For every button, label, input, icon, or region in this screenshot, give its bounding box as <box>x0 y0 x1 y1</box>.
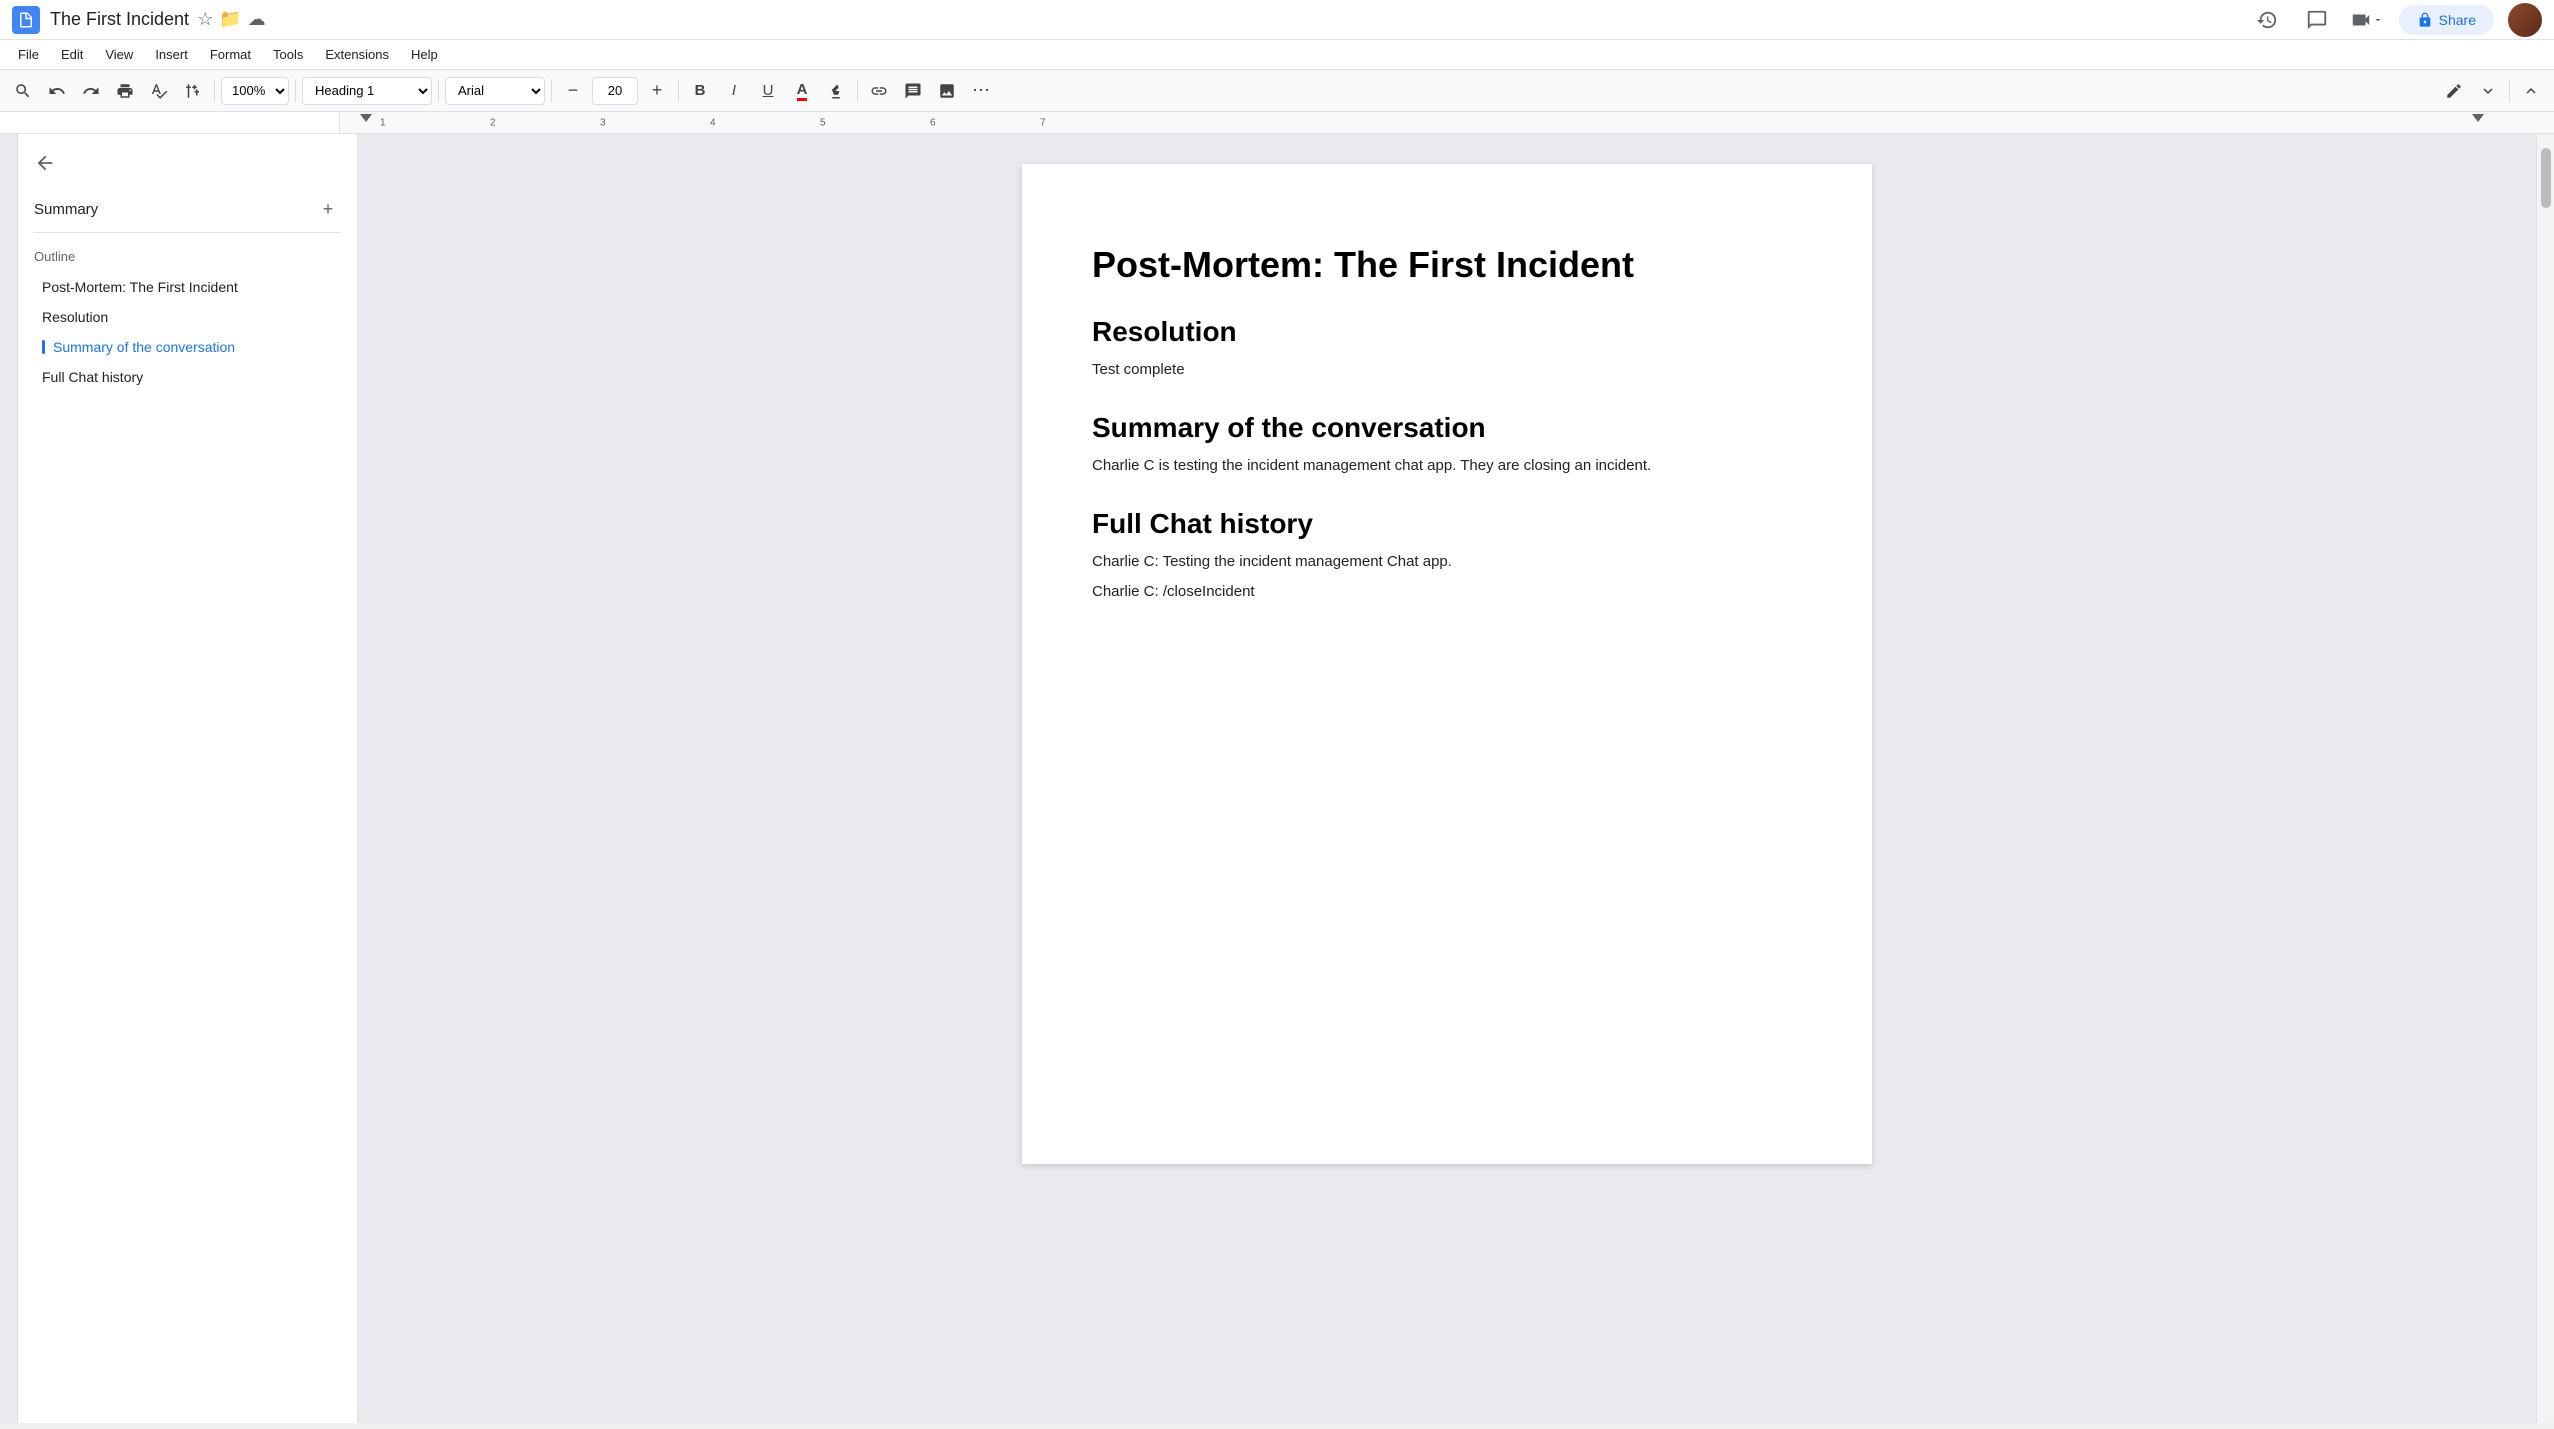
separator-6 <box>857 80 858 102</box>
separator-7 <box>2509 80 2510 102</box>
ruler-left <box>0 112 340 134</box>
right-panel <box>2536 134 2554 1423</box>
section-0-heading: Resolution <box>1092 316 1802 348</box>
star-icon[interactable]: ☆ <box>197 9 213 30</box>
outline-item-0[interactable]: Post-Mortem: The First Incident <box>26 273 349 301</box>
menu-tools[interactable]: Tools <box>263 43 313 66</box>
toolbar: 100% Heading 1 Arial − + B I U A ⋯ <box>0 70 2554 112</box>
menu-format[interactable]: Format <box>200 43 261 66</box>
outline-item-1[interactable]: Resolution <box>26 303 349 331</box>
folder-icon[interactable]: 📁 <box>219 9 241 30</box>
doc-title: The First Incident <box>50 9 189 30</box>
share-label: Share <box>2439 12 2476 28</box>
menu-edit[interactable]: Edit <box>51 43 93 66</box>
section-1-body-0: Charlie C is testing the incident manage… <box>1092 454 1802 478</box>
zoom-select[interactable]: 100% <box>221 77 289 105</box>
text-color-button[interactable]: A <box>787 76 817 106</box>
doc-icon <box>12 6 40 34</box>
insert-comment-button[interactable] <box>898 76 928 106</box>
sidebar-divider <box>34 232 341 233</box>
font-size-input[interactable] <box>592 77 638 105</box>
title-icons: ☆ 📁 ☁ <box>197 9 266 30</box>
doc-area: Post-Mortem: The First Incident Resoluti… <box>358 134 2536 1423</box>
separator-1 <box>214 80 215 102</box>
comment-icon[interactable] <box>2299 2 2335 38</box>
separator-4 <box>551 80 552 102</box>
back-button[interactable] <box>18 144 357 188</box>
undo-button[interactable] <box>42 76 72 106</box>
menu-file[interactable]: File <box>8 43 49 66</box>
outline-item-2[interactable]: Summary of the conversation <box>26 333 349 361</box>
section-2-body-1: Charlie C: /closeIncident <box>1092 580 1802 604</box>
scrollbar-thumb[interactable] <box>2541 148 2551 208</box>
cloud-icon[interactable]: ☁ <box>248 9 266 30</box>
outline-label: Outline <box>18 237 357 272</box>
main-area: Summary + Outline Post-Mortem: The First… <box>0 134 2554 1423</box>
separator-5 <box>678 80 679 102</box>
section-2-heading: Full Chat history <box>1092 508 1802 540</box>
add-summary-button[interactable]: + <box>315 196 341 222</box>
menu-help[interactable]: Help <box>401 43 448 66</box>
doc-page[interactable]: Post-Mortem: The First Incident Resoluti… <box>1022 164 1872 1164</box>
section-0-body-0: Test complete <box>1092 358 1802 382</box>
highlight-button[interactable] <box>821 76 851 106</box>
share-button[interactable]: Share <box>2399 5 2494 35</box>
separator-3 <box>438 80 439 102</box>
summary-label: Summary <box>34 201 98 218</box>
link-button[interactable] <box>864 76 894 106</box>
italic-button[interactable]: I <box>719 76 749 106</box>
ruler: 1 2 3 4 5 6 7 <box>340 112 2554 134</box>
section-1-heading: Summary of the conversation <box>1092 412 1802 444</box>
spellcheck-button[interactable] <box>144 76 174 106</box>
avatar[interactable] <box>2508 3 2542 37</box>
chevron-down-icon[interactable] <box>2473 76 2503 106</box>
paint-format-button[interactable] <box>178 76 208 106</box>
redo-button[interactable] <box>76 76 106 106</box>
history-icon[interactable] <box>2249 2 2285 38</box>
font-select[interactable]: Arial <box>445 77 545 105</box>
menu-insert[interactable]: Insert <box>145 43 198 66</box>
separator-2 <box>295 80 296 102</box>
font-size-increase-button[interactable]: + <box>642 76 672 106</box>
style-select[interactable]: Heading 1 <box>302 77 432 105</box>
section-2-body-0: Charlie C: Testing the incident manageme… <box>1092 550 1802 574</box>
search-button[interactable] <box>8 76 38 106</box>
outline-item-3[interactable]: Full Chat history <box>26 363 349 391</box>
menu-view[interactable]: View <box>95 43 143 66</box>
title-bar: The First Incident ☆ 📁 ☁ Share <box>0 0 2554 40</box>
menu-extensions[interactable]: Extensions <box>315 43 399 66</box>
edit-mode-button[interactable] <box>2439 76 2469 106</box>
more-options-button[interactable]: ⋯ <box>966 76 996 106</box>
collapse-button[interactable] <box>2516 76 2546 106</box>
menu-bar: File Edit View Insert Format Tools Exten… <box>0 40 2554 70</box>
underline-button[interactable]: U <box>753 76 783 106</box>
insert-image-button[interactable] <box>932 76 962 106</box>
video-icon[interactable] <box>2349 2 2385 38</box>
font-size-decrease-button[interactable]: − <box>558 76 588 106</box>
summary-section: Summary + <box>18 188 357 228</box>
sidebar: Summary + Outline Post-Mortem: The First… <box>18 134 358 1423</box>
print-button[interactable] <box>110 76 140 106</box>
bold-button[interactable]: B <box>685 76 715 106</box>
right-controls: Share <box>2249 2 2542 38</box>
doc-main-title: Post-Mortem: The First Incident <box>1092 244 1802 286</box>
